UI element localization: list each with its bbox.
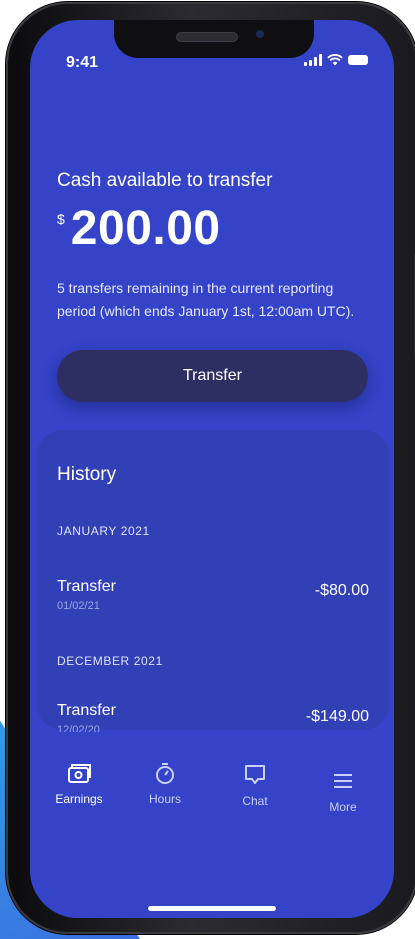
tab-bar: Earnings Hours Chat More [30, 732, 394, 918]
signal-icon [304, 54, 322, 66]
speaker-icon [176, 32, 238, 42]
currency-symbol: $ [57, 211, 65, 227]
month-header: JANUARY 2021 [57, 524, 150, 538]
tab-label: Hours [148, 792, 181, 806]
phone-notch [114, 20, 314, 58]
balance-amount: $ 200.00 [57, 205, 221, 253]
phone-frame: 9:41 Cash available to transfer $ 200.00… [6, 2, 415, 934]
tab-more[interactable]: More [308, 768, 378, 814]
month-header: DECEMBER 2021 [57, 654, 163, 668]
tab-earnings[interactable]: Earnings [44, 760, 114, 806]
history-row-date: 01/02/21 [57, 600, 100, 612]
chat-icon [244, 762, 266, 788]
status-time: 9:41 [66, 54, 99, 71]
transfer-button[interactable]: Transfer [57, 350, 368, 402]
app-screen: 9:41 Cash available to transfer $ 200.00… [30, 20, 394, 918]
history-title: History [57, 464, 117, 485]
wallet-icon [67, 760, 91, 786]
transfers-remaining-text: 5 transfers remaining in the current rep… [57, 280, 355, 319]
tab-chat[interactable]: Chat [220, 762, 290, 808]
history-row-label[interactable]: Transfer [57, 702, 116, 720]
camera-icon [256, 30, 264, 38]
cash-title: Cash available to transfer [57, 170, 273, 191]
history-row-label[interactable]: Transfer [57, 578, 116, 596]
tab-label: Earnings [55, 792, 103, 806]
home-indicator [148, 906, 276, 911]
tab-hours[interactable]: Hours [130, 760, 200, 806]
history-row-amount: -$149.00 [305, 708, 369, 725]
tab-label: More [329, 800, 357, 814]
tab-label: Chat [242, 794, 268, 808]
stopwatch-icon [154, 760, 176, 786]
menu-icon [332, 768, 354, 794]
status-icons [304, 54, 368, 66]
wifi-icon [327, 54, 343, 66]
history-row-amount: -$80.00 [314, 582, 369, 599]
battery-icon [348, 55, 368, 65]
history-panel: History JANUARY 2021 Transfer 01/02/21 -… [37, 430, 389, 736]
amount-value: 200.00 [70, 202, 221, 255]
